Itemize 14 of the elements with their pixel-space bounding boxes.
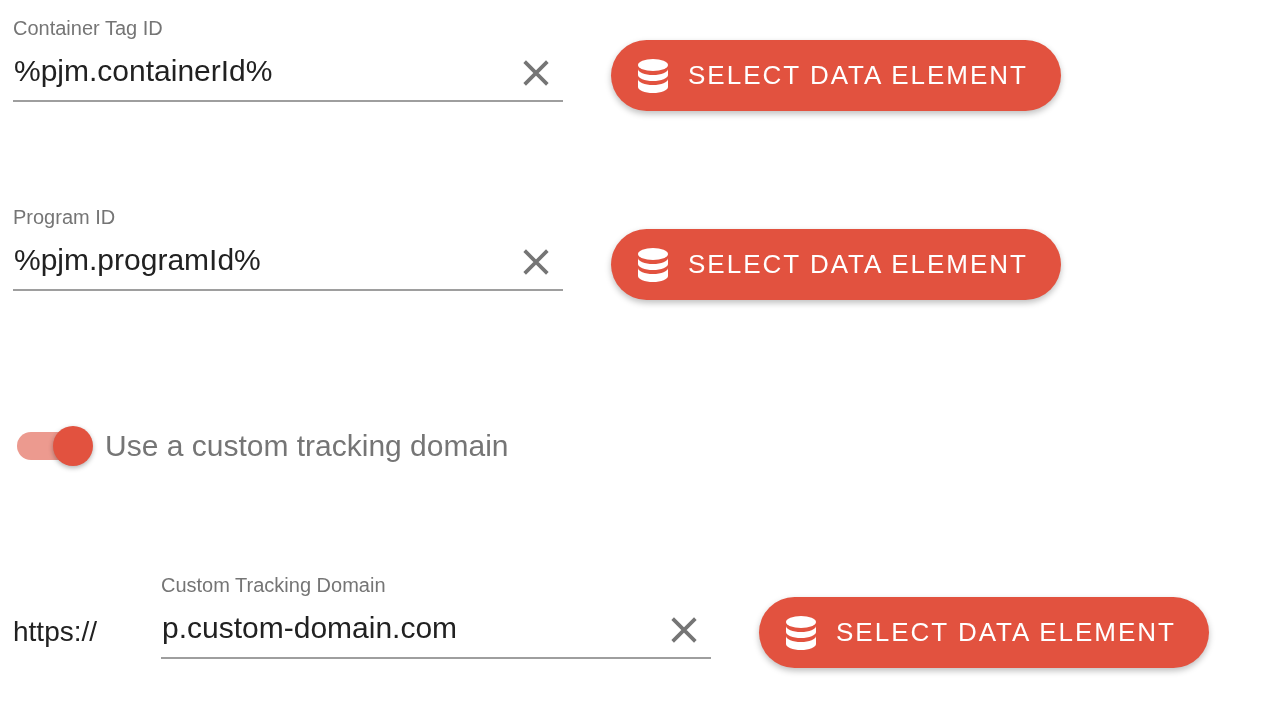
- select-data-element-button[interactable]: SELECT DATA ELEMENT: [759, 597, 1209, 668]
- input-field[interactable]: %pjm.containerId%: [13, 42, 563, 102]
- database-icon: [786, 615, 816, 650]
- database-icon: [638, 58, 668, 93]
- toggle-label: Use a custom tracking domain: [105, 429, 509, 463]
- database-icon: [638, 247, 668, 282]
- input-field[interactable]: %pjm.programId%: [13, 231, 563, 291]
- select-data-element-button[interactable]: SELECT DATA ELEMENT: [611, 229, 1061, 300]
- field-label: Program ID: [13, 205, 116, 230]
- field-label: Custom Tracking Domain: [161, 573, 386, 598]
- field-label: Container Tag ID: [13, 16, 163, 41]
- input-field[interactable]: p.custom-domain.com: [161, 599, 711, 659]
- select-data-element-button[interactable]: SELECT DATA ELEMENT: [611, 40, 1061, 111]
- url-prefix: https://: [13, 615, 99, 649]
